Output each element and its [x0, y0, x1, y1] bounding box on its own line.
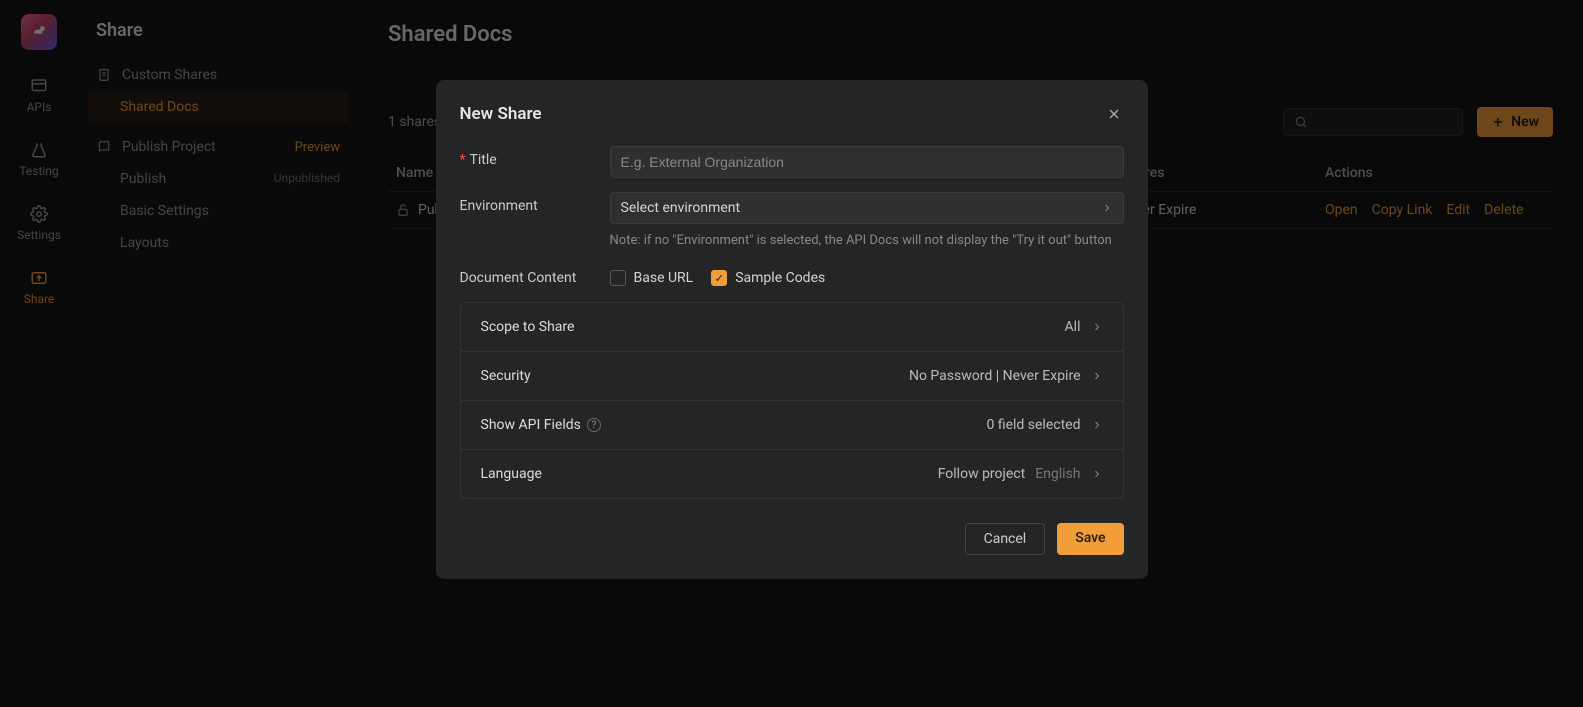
language-row[interactable]: Language Follow project English — [461, 450, 1123, 498]
close-icon — [1106, 106, 1122, 122]
api-fields-label: Show API Fields — [481, 417, 581, 433]
title-input[interactable] — [610, 146, 1124, 178]
sample-codes-label: Sample Codes — [735, 270, 825, 286]
cancel-button[interactable]: Cancel — [965, 523, 1046, 555]
checkbox-checked-icon: ✓ — [711, 270, 727, 286]
new-share-modal: New Share *Title Environment Select envi… — [436, 80, 1148, 579]
sample-codes-checkbox[interactable]: ✓ Sample Codes — [711, 270, 825, 286]
modal-overlay[interactable]: New Share *Title Environment Select envi… — [0, 0, 1583, 707]
chevron-right-icon — [1091, 321, 1103, 333]
title-label: *Title — [460, 146, 590, 178]
language-value: Follow project — [938, 466, 1026, 482]
close-button[interactable] — [1104, 104, 1124, 124]
security-label: Security — [481, 368, 531, 384]
environment-note: Note: if no "Environment" is selected, t… — [610, 232, 1124, 250]
checkbox-unchecked-icon — [610, 270, 626, 286]
base-url-label: Base URL — [634, 270, 694, 286]
language-label: Language — [481, 466, 542, 482]
chevron-right-icon — [1091, 370, 1103, 382]
language-current: English — [1035, 466, 1080, 482]
chevron-right-icon — [1101, 202, 1113, 214]
api-fields-row[interactable]: Show API Fields ? 0 field selected — [461, 401, 1123, 450]
security-value: No Password | Never Expire — [909, 368, 1081, 384]
scope-row[interactable]: Scope to Share All — [461, 303, 1123, 352]
environment-placeholder: Select environment — [621, 200, 741, 216]
api-fields-value: 0 field selected — [986, 417, 1080, 433]
scope-label: Scope to Share — [481, 319, 575, 335]
modal-title: New Share — [460, 104, 542, 124]
save-button[interactable]: Save — [1057, 523, 1123, 555]
security-row[interactable]: Security No Password | Never Expire — [461, 352, 1123, 401]
chevron-right-icon — [1091, 419, 1103, 431]
scope-value: All — [1065, 319, 1081, 335]
environment-label: Environment — [460, 192, 590, 250]
environment-select[interactable]: Select environment — [610, 192, 1124, 224]
help-icon[interactable]: ? — [587, 418, 601, 432]
doc-content-label: Document Content — [460, 264, 590, 286]
chevron-right-icon — [1091, 468, 1103, 480]
options-card: Scope to Share All Security No Password … — [460, 302, 1124, 499]
base-url-checkbox[interactable]: Base URL — [610, 270, 694, 286]
